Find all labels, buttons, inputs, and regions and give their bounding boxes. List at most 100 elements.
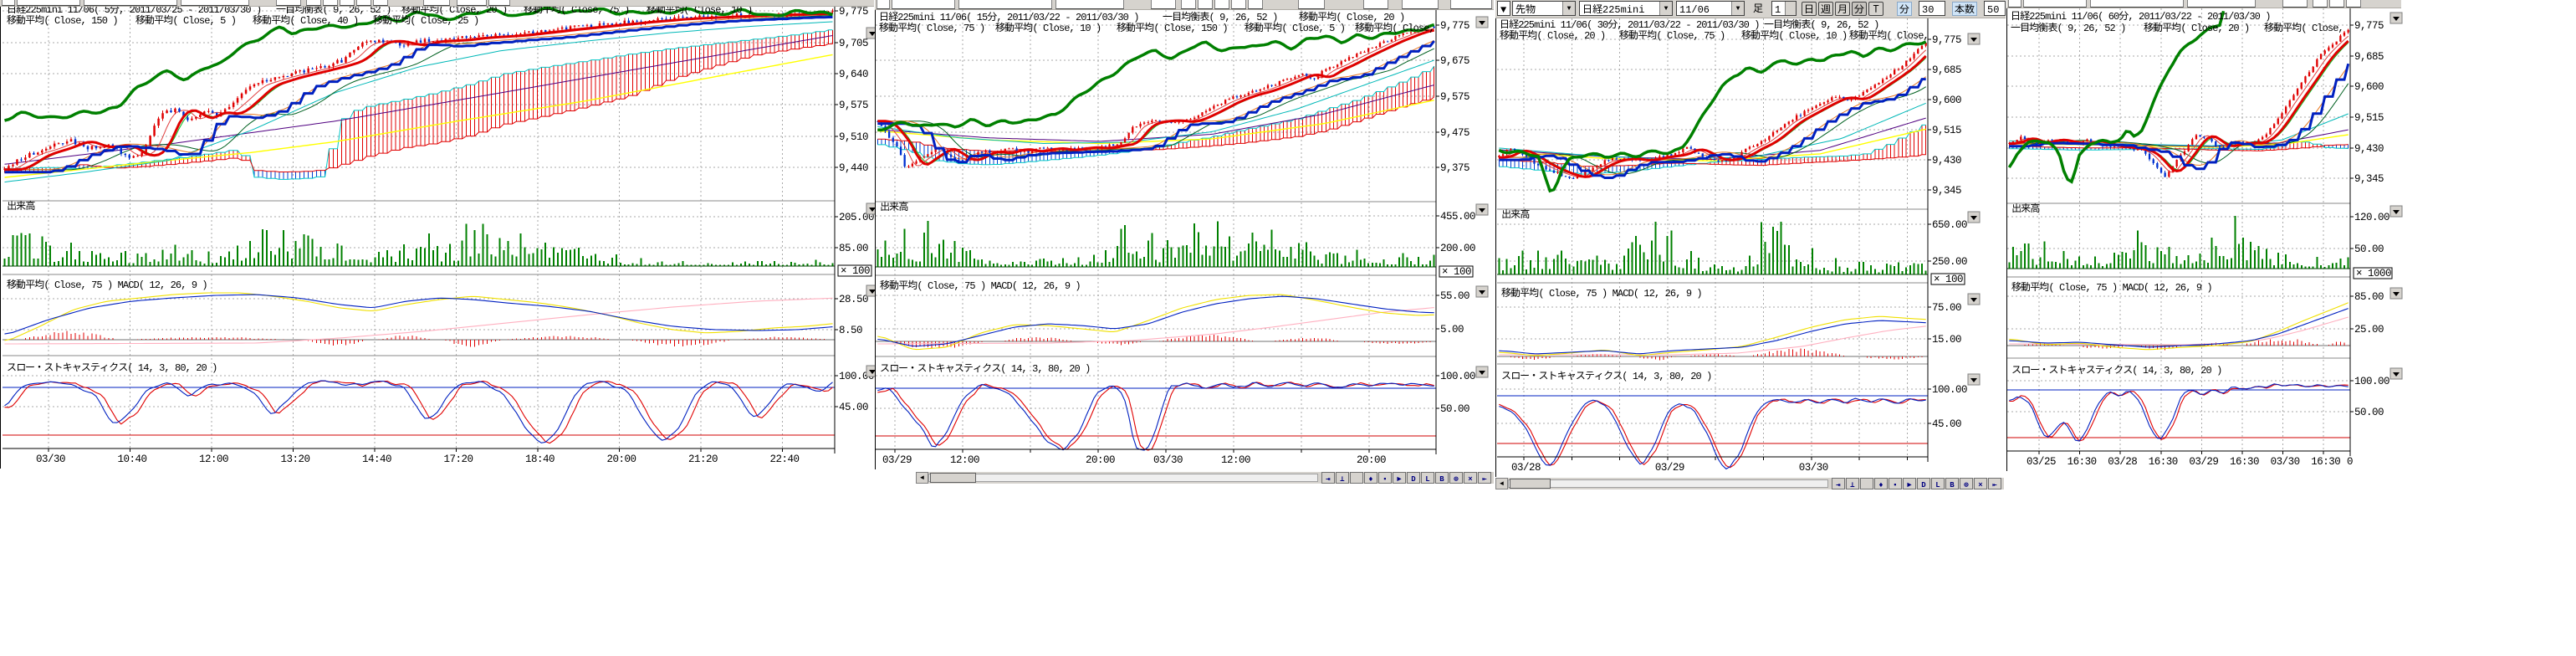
svg-text:20:00: 20:00 — [1086, 450, 1115, 466]
svg-text:03/30: 03/30 — [1153, 450, 1183, 466]
svg-text:5.00: 5.00 — [1440, 320, 1464, 336]
svg-text:200.00: 200.00 — [1440, 238, 1475, 254]
svg-text:16:30: 16:30 — [2230, 452, 2259, 468]
svg-text:移動平均( Close,: 移動平均( Close, — [1848, 28, 1929, 42]
svg-text:20:00: 20:00 — [1357, 450, 1386, 466]
svg-text:9,510: 9,510 — [839, 127, 868, 143]
svg-text:12:00: 12:00 — [1221, 450, 1250, 466]
svg-text:9,575: 9,575 — [1440, 87, 1469, 103]
svg-text:移動平均( Close, 10 ): 移動平均( Close, 10 ) — [1740, 28, 1847, 42]
svg-text:移動平均( Close, 150 ): 移動平均( Close, 150 ) — [6, 13, 118, 27]
svg-text:移動平均( Close, 5 ): 移動平均( Close, 5 ) — [135, 13, 236, 27]
svg-text:9,475: 9,475 — [1440, 123, 1469, 139]
svg-text:120.00: 120.00 — [2354, 208, 2389, 223]
svg-text:一目均衡表( 9, 26, 52 ): 一目均衡表( 9, 26, 52 ) — [2011, 20, 2125, 34]
svg-text:移動平均( Close, 20 ): 移動平均( Close, 20 ) — [1499, 28, 1605, 42]
svg-text:スロー・ストキャスティクス( 14, 3, 80, 20 ): スロー・ストキャスティクス( 14, 3, 80, 20 ) — [880, 361, 1090, 375]
svg-text:9,440: 9,440 — [839, 158, 868, 174]
svg-text:移動平均( Close, 75 ) MACD( 12,: 移動平均( Close, 75 ) MACD( 12, 26, 9 ) — [6, 277, 207, 291]
svg-text:移動平均( Close,: 移動平均( Close, — [1354, 20, 1434, 34]
svg-text:85.00: 85.00 — [2354, 287, 2384, 303]
svg-text:100.00: 100.00 — [1932, 380, 1967, 396]
svg-text:14:40: 14:40 — [362, 449, 391, 465]
svg-text:出来高: 出来高 — [7, 198, 35, 213]
svg-text:455.00: 455.00 — [1440, 207, 1475, 223]
svg-text:100.00: 100.00 — [2354, 372, 2389, 387]
svg-text:9,705: 9,705 — [839, 33, 868, 49]
svg-text:85.00: 85.00 — [839, 238, 868, 254]
svg-text:9,345: 9,345 — [1932, 181, 1961, 197]
svg-text:9,430: 9,430 — [2354, 139, 2384, 155]
svg-text:出来高: 出来高 — [2011, 201, 2040, 215]
svg-text:10:40: 10:40 — [118, 449, 147, 465]
svg-text:03/29: 03/29 — [1655, 458, 1684, 474]
svg-text:100.00: 100.00 — [1440, 366, 1475, 382]
svg-text:移動平均( Close, 75 ) MACD( 12,: 移動平均( Close, 75 ) MACD( 12, 26, 9 ) — [879, 278, 1081, 292]
svg-text:50.00: 50.00 — [1440, 399, 1469, 415]
svg-text:16:30: 16:30 — [2311, 452, 2340, 468]
svg-text:移動平均( Close, 75 ) MACD( 12,: 移動平均( Close, 75 ) MACD( 12, 26, 9 ) — [2011, 279, 2212, 294]
svg-text:75.00: 75.00 — [1932, 298, 1961, 314]
svg-text:× 100: × 100 — [1442, 262, 1471, 278]
svg-text:03/30: 03/30 — [2271, 452, 2300, 468]
svg-text:9,775: 9,775 — [1932, 30, 1961, 46]
svg-text:× 100: × 100 — [841, 261, 870, 277]
svg-text:50.00: 50.00 — [2354, 402, 2384, 418]
svg-text:9,345: 9,345 — [2354, 169, 2384, 185]
svg-text:16:30: 16:30 — [2149, 452, 2178, 468]
svg-text:03/29: 03/29 — [882, 450, 912, 466]
svg-text:9,515: 9,515 — [1932, 120, 1961, 136]
svg-text:0: 0 — [2347, 452, 2353, 468]
svg-text:× 100: × 100 — [1934, 269, 1963, 285]
svg-text:03/30: 03/30 — [36, 449, 65, 465]
svg-text:03/28: 03/28 — [2108, 452, 2137, 468]
svg-text:移動平均( Close, 75 ): 移動平均( Close, 75 ) — [1618, 28, 1725, 42]
svg-text:移動平均( Close, 20 ): 移動平均( Close, 20 ) — [2143, 20, 2249, 34]
svg-text:9,515: 9,515 — [2354, 108, 2384, 124]
svg-text:21:20: 21:20 — [688, 449, 718, 465]
svg-text:20:00: 20:00 — [607, 449, 636, 465]
svg-text:9,640: 9,640 — [839, 64, 868, 80]
svg-text:9,775: 9,775 — [2354, 16, 2384, 32]
svg-text:12:00: 12:00 — [199, 449, 228, 465]
svg-text:移動平均( Close, 40 ): 移動平均( Close, 40 ) — [252, 13, 358, 27]
svg-text:45.00: 45.00 — [1932, 414, 1961, 430]
svg-text:250.00: 250.00 — [1932, 252, 1967, 268]
svg-text:9,685: 9,685 — [2354, 47, 2384, 63]
svg-text:03/25: 03/25 — [2027, 452, 2056, 468]
svg-text:スロー・ストキャスティクス( 14, 3, 80, 20 ): スロー・ストキャスティクス( 14, 3, 80, 20 ) — [1501, 368, 1711, 382]
svg-text:9,375: 9,375 — [1440, 158, 1469, 174]
svg-text:17:20: 17:20 — [444, 449, 473, 465]
svg-text:25.00: 25.00 — [2354, 320, 2384, 336]
svg-text:スロー・ストキャスティクス( 14, 3, 80, 20 ): スロー・ストキャスティクス( 14, 3, 80, 20 ) — [2011, 362, 2221, 377]
svg-text:スロー・ストキャスティクス( 14, 3, 80, 20 ): スロー・ストキャスティクス( 14, 3, 80, 20 ) — [7, 360, 217, 374]
svg-text:移動平均( Close, 75 ): 移動平均( Close, 75 ) — [878, 20, 984, 34]
svg-text:22:40: 22:40 — [770, 449, 800, 465]
svg-text:移動平均( Close, 150 ): 移動平均( Close, 150 ) — [1116, 20, 1228, 34]
svg-text:16:30: 16:30 — [2067, 452, 2097, 468]
svg-text:03/29: 03/29 — [2189, 452, 2218, 468]
svg-text:50.00: 50.00 — [2354, 239, 2384, 255]
svg-text:03/28: 03/28 — [1511, 458, 1541, 474]
svg-text:15.00: 15.00 — [1932, 330, 1961, 346]
svg-text:出来高: 出来高 — [880, 199, 908, 213]
svg-text:9,430: 9,430 — [1932, 151, 1961, 167]
svg-text:出来高: 出来高 — [1501, 207, 1530, 221]
svg-text:× 1000: × 1000 — [2356, 264, 2391, 279]
svg-text:9,685: 9,685 — [1932, 60, 1961, 76]
svg-text:移動平均( Close, 5 ): 移動平均( Close, 5 ) — [1244, 20, 1345, 34]
svg-text:650.00: 650.00 — [1932, 215, 1967, 231]
svg-text:移動平均( Close, 25 ): 移動平均( Close, 25 ) — [372, 13, 478, 27]
svg-text:移動平均( Close, 10 ): 移動平均( Close, 10 ) — [994, 20, 1101, 34]
svg-text:9,775: 9,775 — [1440, 16, 1469, 32]
svg-text:45.00: 45.00 — [839, 397, 868, 413]
svg-text:移動平均( Close, 75 ) MACD( 12,: 移動平均( Close, 75 ) MACD( 12, 26, 9 ) — [1500, 285, 1702, 300]
svg-text:13:20: 13:20 — [281, 449, 310, 465]
svg-text:03/30: 03/30 — [1799, 458, 1828, 474]
svg-text:12:00: 12:00 — [950, 450, 979, 466]
svg-text:9,600: 9,600 — [2354, 77, 2384, 93]
svg-text:9,675: 9,675 — [1440, 51, 1469, 67]
svg-text:8.50: 8.50 — [839, 320, 862, 336]
svg-text:28.50: 28.50 — [839, 290, 868, 305]
svg-text:9,600: 9,600 — [1932, 90, 1961, 106]
